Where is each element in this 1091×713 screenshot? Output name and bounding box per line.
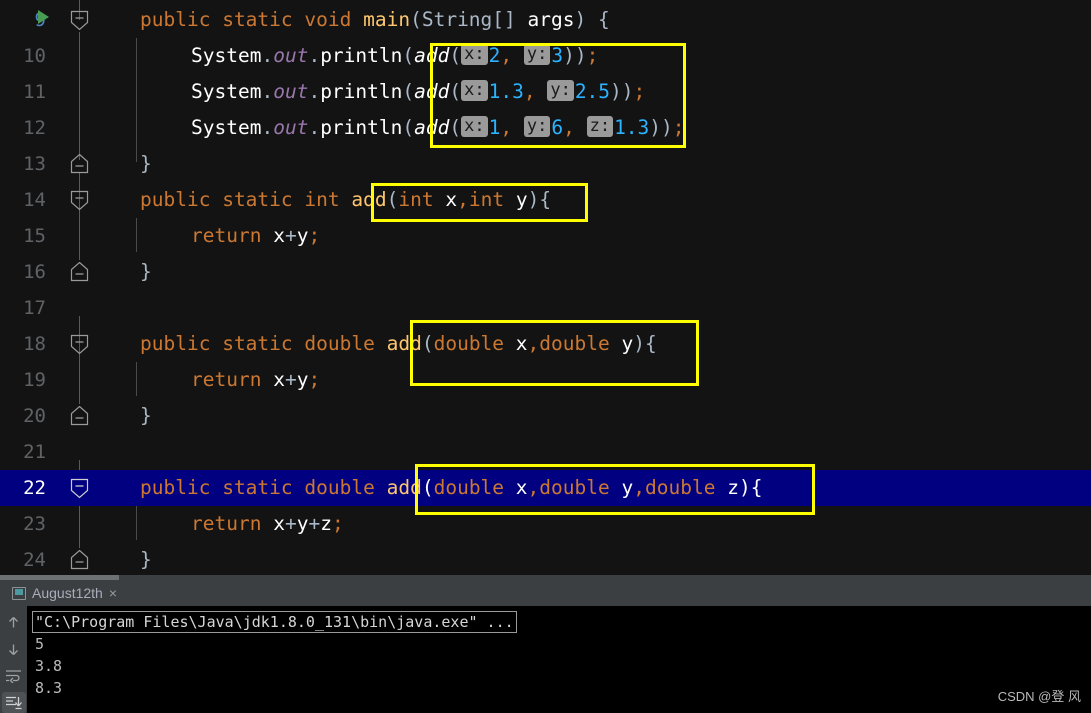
editor-line-selected[interactable]: 22 public static double add(double x,dou… (0, 470, 1091, 506)
code-text-line-10: System.out.println(add(x: 2, y: 3)); (191, 44, 599, 67)
code-text-line-22: public static double add(double x,double… (140, 476, 763, 499)
editor-line[interactable]: 17 (0, 290, 1091, 326)
line-number: 12 (23, 117, 46, 139)
line-number: 10 (23, 45, 46, 67)
code-text-line-15: return x+y; (191, 224, 321, 247)
fold-end-icon[interactable] (68, 548, 91, 571)
fold-start-icon[interactable] (68, 9, 91, 32)
console-output-line: 3.8 (35, 657, 63, 675)
line-number: 13 (23, 153, 46, 175)
line-number: 24 (23, 549, 46, 571)
fold-end-icon[interactable] (68, 152, 91, 175)
console-output-line: 5 (35, 635, 45, 653)
editor-line[interactable]: 21 (0, 434, 1091, 470)
code-editor[interactable]: 9 public static void main(String[] args)… (0, 0, 1091, 575)
line-number: 19 (23, 369, 46, 391)
run-console-panel[interactable]: August12th × "C:\Program Files\Java\jdk1… (0, 575, 1091, 713)
console-tab-bar: August12th × (0, 580, 1091, 610)
code-text-line-24: } (140, 548, 152, 571)
line-number: 23 (23, 513, 46, 535)
param-hint-z: z: (586, 116, 614, 137)
line-number: 17 (23, 297, 46, 319)
param-hint-y: y: (523, 44, 551, 65)
console-window-icon (12, 586, 26, 600)
param-hint-y: y: (547, 80, 574, 101)
console-command-line: "C:\Program Files\Java\jdk1.8.0_131\bin\… (32, 611, 517, 633)
fold-start-icon[interactable] (68, 189, 91, 212)
code-text-line-14: public static int add(int x,int y){ (140, 188, 552, 211)
run-gutter-icon[interactable] (38, 10, 49, 24)
editor-line[interactable]: 18 public static double add(double x,dou… (0, 326, 1091, 362)
editor-line[interactable]: 24 } (0, 542, 1091, 575)
param-hint-x: x: (461, 80, 488, 101)
line-number: 11 (23, 81, 46, 103)
editor-line[interactable]: 19 return x+y; (0, 362, 1091, 398)
editor-line[interactable]: 16 } (0, 254, 1091, 290)
console-tab-august12th[interactable]: August12th × (6, 580, 123, 606)
fold-end-icon[interactable] (68, 404, 91, 427)
code-text-line-9: public static void main(String[] args) { (140, 8, 610, 31)
close-icon[interactable]: × (109, 586, 117, 600)
line-number: 16 (23, 261, 46, 283)
code-text-line-11: System.out.println(add(x: 1.3, y: 2.5)); (191, 80, 646, 103)
scroll-up-icon[interactable] (2, 612, 26, 634)
console-output-line: 8.3 (35, 679, 63, 697)
param-hint-y: y: (523, 116, 551, 137)
fold-start-icon[interactable] (68, 333, 91, 356)
line-number: 21 (23, 441, 46, 463)
editor-line[interactable]: 14 public static int add(int x,int y){ (0, 182, 1091, 218)
editor-line[interactable]: 12 System.out.println(add(x: 1, y: 6, z: 1.… (0, 110, 1091, 146)
editor-line[interactable]: 15 return x+y; (0, 218, 1091, 254)
param-hint-x: x: (461, 116, 488, 137)
ide-window: 9 public static void main(String[] args)… (0, 0, 1091, 713)
fold-start-icon[interactable] (68, 477, 91, 500)
line-number: 22 (23, 477, 46, 499)
editor-line[interactable]: 10 System.out.println(add(x: 2, y: 3)); (0, 38, 1091, 74)
scroll-down-icon[interactable] (2, 639, 26, 661)
code-text-line-23: return x+y+z; (191, 512, 344, 535)
fold-end-icon[interactable] (68, 260, 91, 283)
editor-line[interactable]: 9 public static void main(String[] args)… (0, 2, 1091, 38)
code-text-line-19: return x+y; (191, 368, 321, 391)
console-toolbar (0, 606, 27, 713)
line-number: 20 (23, 405, 46, 427)
console-tab-label: August12th (32, 585, 103, 601)
editor-line[interactable]: 13 } (0, 146, 1091, 182)
code-text-line-16: } (140, 260, 152, 283)
scroll-to-end-icon[interactable] (1, 691, 26, 713)
code-text-line-13: } (140, 152, 152, 175)
editor-line[interactable]: 23 return x+y+z; (0, 506, 1091, 542)
line-number: 15 (23, 225, 46, 247)
code-text-line-18: public static double add(double x,double… (140, 332, 657, 355)
editor-line[interactable]: 20 } (0, 398, 1091, 434)
param-hint-x: x: (461, 44, 488, 65)
code-text-line-12: System.out.println(add(x: 1, y: 6, z: 1.3))… (191, 116, 685, 139)
editor-line[interactable]: 11 System.out.println(add(x: 1.3, y: 2.5))… (0, 74, 1091, 110)
soft-wrap-icon[interactable] (2, 665, 26, 687)
line-number: 14 (23, 189, 46, 211)
code-text-line-20: } (140, 404, 152, 427)
console-output[interactable]: "C:\Program Files\Java\jdk1.8.0_131\bin\… (27, 606, 1091, 713)
line-number: 18 (23, 333, 46, 355)
csdn-watermark: CSDN @登 风 (997, 689, 1081, 704)
